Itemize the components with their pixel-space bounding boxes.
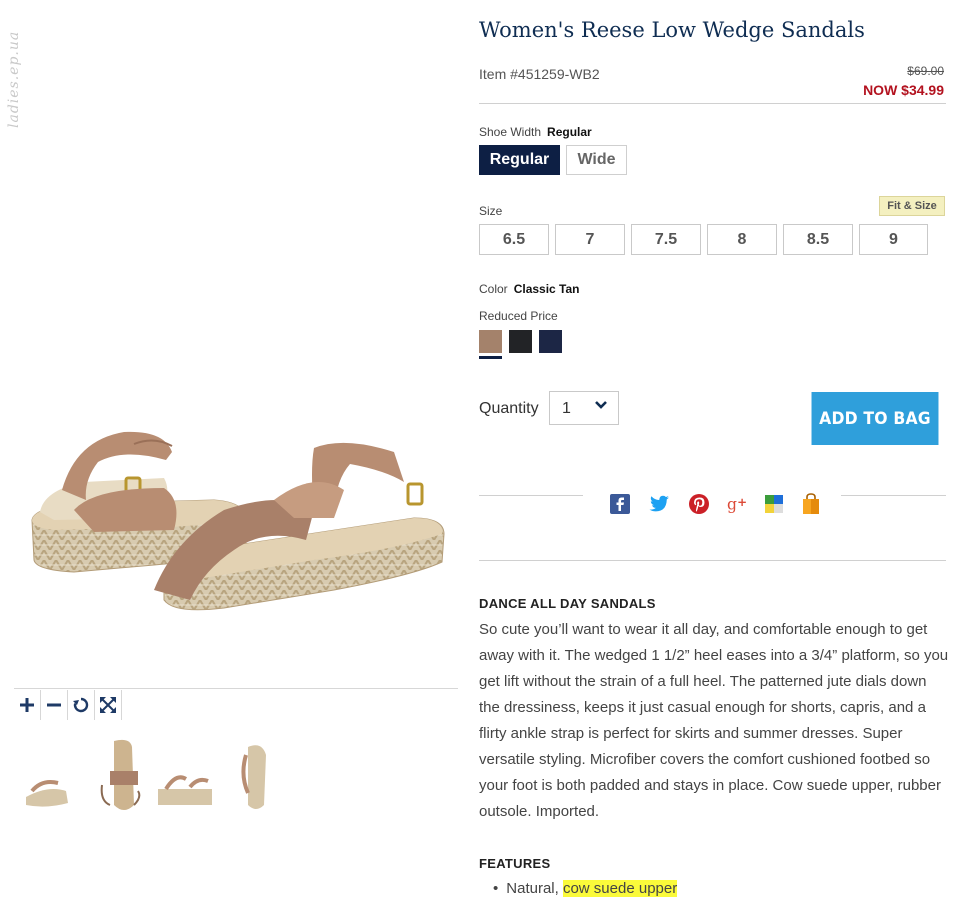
product-details: Women's Reese Low Wedge Sandals Item #45… xyxy=(479,0,949,906)
google-plus-icon[interactable]: g + xyxy=(727,492,749,516)
feature-highlight: cow suede upper xyxy=(562,880,678,897)
pinterest-icon[interactable] xyxy=(688,492,710,516)
shopping-bag-icon[interactable] xyxy=(800,492,822,516)
features-heading: FEATURES xyxy=(479,856,551,871)
divider xyxy=(479,103,946,104)
size-option[interactable]: 7.5 xyxy=(631,224,701,255)
color-label: Color Classic Tan xyxy=(479,282,580,296)
svg-text:g: g xyxy=(727,496,737,514)
width-option-regular[interactable]: Regular xyxy=(479,145,560,175)
divider xyxy=(479,560,946,561)
description-body: So cute you’ll want to wear it all day, … xyxy=(479,621,949,820)
size-option[interactable]: 8.5 xyxy=(783,224,853,255)
size-label: Size xyxy=(479,204,503,218)
fullscreen-icon[interactable] xyxy=(95,690,122,720)
size-option[interactable]: 6.5 xyxy=(479,224,549,255)
delicious-icon[interactable] xyxy=(763,492,785,516)
selected-swatch-indicator xyxy=(479,356,502,359)
size-option[interactable]: 9 xyxy=(859,224,928,255)
facebook-icon[interactable] xyxy=(609,492,631,516)
color-value: Classic Tan xyxy=(513,282,580,296)
size-option[interactable]: 8 xyxy=(707,224,777,255)
bullet-icon: • xyxy=(493,880,499,897)
thumbnail-pair[interactable] xyxy=(18,735,82,817)
zoom-toolbar xyxy=(14,688,458,723)
zoom-in-icon[interactable] xyxy=(14,690,41,720)
quantity-value: 1 xyxy=(562,400,571,417)
original-price: $69.00 xyxy=(907,64,944,78)
feature-item: • Natural, cow suede upper xyxy=(479,880,678,897)
swatch-navy[interactable] xyxy=(539,330,562,353)
thumbnail-side[interactable] xyxy=(154,735,218,817)
quantity-select[interactable]: 1 xyxy=(549,391,619,425)
zoom-out-icon[interactable] xyxy=(41,690,68,720)
chevron-down-icon xyxy=(594,398,608,417)
product-title: Women's Reese Low Wedge Sandals xyxy=(479,18,865,42)
description-heading: DANCE ALL DAY SANDALS xyxy=(479,596,656,611)
watermark: ladies.ep.ua xyxy=(6,30,22,128)
reduced-price-note: Reduced Price xyxy=(479,309,558,323)
swatch-black[interactable] xyxy=(509,330,532,353)
thumbnail-back[interactable] xyxy=(226,735,290,817)
svg-text:+: + xyxy=(737,495,747,509)
add-to-bag-button[interactable]: ADD TO BAG xyxy=(811,392,939,445)
swatch-classic-tan[interactable] xyxy=(479,330,502,353)
fit-size-link[interactable]: Fit & Size xyxy=(879,196,945,216)
divider xyxy=(479,495,583,496)
quantity-label: Quantity xyxy=(479,400,539,417)
twitter-icon[interactable] xyxy=(648,492,670,516)
sale-price: NOW $34.99 xyxy=(863,82,944,98)
thumbnail-top[interactable] xyxy=(92,735,156,817)
size-option[interactable]: 7 xyxy=(555,224,625,255)
item-number: Item #451259-WB2 xyxy=(479,66,600,82)
main-product-image[interactable] xyxy=(14,400,458,650)
reset-icon[interactable] xyxy=(68,690,95,720)
shoe-width-value: Regular xyxy=(547,125,592,139)
shoe-width-label: Shoe Width Regular xyxy=(479,125,592,139)
feature-prefix: Natural, xyxy=(506,880,559,897)
divider xyxy=(841,495,946,496)
thumbnail-strip xyxy=(14,735,314,825)
width-option-wide[interactable]: Wide xyxy=(566,145,627,175)
